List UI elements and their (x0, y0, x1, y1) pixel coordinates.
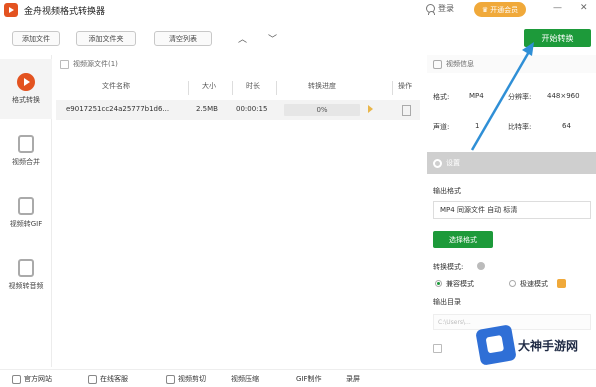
resolution-value: 448×960 (547, 92, 580, 100)
watermark: 大神手游网 (475, 324, 594, 366)
login-label: 登录 (438, 4, 454, 13)
column-header-duration: 时长 (246, 82, 260, 90)
delete-icon[interactable] (402, 105, 411, 116)
audio-icon (18, 259, 34, 277)
file-list: 视频源文件(1) 文件名称 大小 时长 转换进度 操作 e9017251cc24… (56, 55, 420, 367)
mode-compat-radio[interactable] (435, 280, 442, 287)
output-format-field[interactable]: MP4 同源文件 自动 标清 (433, 201, 591, 219)
toolbar: 添加文件 添加文件夹 清空列表 ︿ ﹀ 开始转换 (0, 27, 596, 53)
bottom-item-label: 在线客服 (100, 375, 128, 383)
bitrate-value: 64 (562, 122, 571, 130)
output-format-label: 输出格式 (433, 187, 461, 195)
sidebar-item-label: 视频合并 (12, 158, 40, 166)
gif-icon (18, 197, 34, 215)
column-divider (276, 81, 277, 95)
settings-title-label: 设置 (446, 159, 460, 167)
video-info-panel: 视频信息 格式: MP4 分辨率: 448×960 声道: 1 比特率: 64 (427, 55, 596, 145)
bitrate-label: 比特率: (508, 123, 532, 131)
file-size: 2.5MB (196, 105, 218, 113)
column-header-action: 操作 (398, 82, 412, 90)
progress-text: 0% (316, 106, 328, 114)
scissors-icon (166, 374, 175, 384)
clear-list-button[interactable]: 清空列表 (154, 31, 212, 46)
login-link[interactable]: 登录 (426, 3, 454, 15)
sidebar-item-video-to-gif[interactable]: 视频转GIF (0, 183, 52, 243)
play-circle-icon (17, 73, 35, 91)
close-button[interactable]: ✕ (580, 3, 588, 13)
format-label: 格式: (433, 93, 450, 101)
vip-label: 开通会员 (490, 5, 519, 14)
minimize-button[interactable]: — (553, 3, 562, 13)
file-duration: 00:00:15 (236, 105, 268, 113)
option-checkbox[interactable] (433, 344, 442, 353)
app-title: 金舟视频格式转换器 (24, 6, 106, 17)
mode-compat-label: 兼容模式 (446, 280, 474, 288)
select-format-button[interactable]: 选择格式 (433, 231, 493, 248)
select-all-checkbox[interactable] (60, 59, 69, 69)
vip-badge-icon (557, 279, 566, 288)
screen-record-link[interactable]: 录屏 (346, 374, 360, 384)
bottom-item-label: 官方网站 (24, 375, 52, 383)
vip-button[interactable]: ♛ 开通会员 (474, 2, 526, 17)
sidebar-item-format-convert[interactable]: 格式转换 (0, 59, 52, 119)
user-icon (426, 4, 435, 15)
bottom-item-label: GIF制作 (296, 375, 322, 383)
mode-fast-radio[interactable] (509, 280, 516, 287)
move-down-button[interactable]: ﹀ (268, 32, 277, 45)
mode-fast-label: 极速模式 (520, 280, 548, 288)
website-link[interactable]: 官方网站 (12, 374, 52, 384)
column-divider (232, 81, 233, 95)
info-icon (433, 59, 442, 69)
bottom-item-label: 视频剪切 (178, 375, 206, 383)
gif-maker-link[interactable]: GIF制作 (296, 374, 322, 384)
list-header: 视频源文件(1) (56, 55, 420, 73)
gear-icon (433, 158, 442, 168)
output-dir-label: 输出目录 (433, 298, 461, 306)
watermark-text: 大神手游网 (518, 338, 579, 353)
crown-icon: ♛ (481, 5, 489, 14)
app-logo-icon (4, 3, 18, 17)
resolution-label: 分辨率: (508, 93, 532, 101)
video-compress-link[interactable]: 视频压缩 (231, 374, 259, 384)
progress-bar: 0% (284, 104, 360, 116)
column-header-size: 大小 (202, 82, 216, 90)
video-cut-link[interactable]: 视频剪切 (166, 374, 206, 384)
sidebar-item-label: 格式转换 (12, 96, 40, 104)
home-icon (12, 374, 21, 384)
column-header-name: 文件名称 (102, 82, 130, 90)
column-divider (392, 81, 393, 95)
sidebar-item-label: 视频转音频 (8, 282, 44, 290)
support-link[interactable]: 在线客服 (88, 374, 128, 384)
add-folder-button[interactable]: 添加文件夹 (76, 31, 136, 46)
start-convert-button[interactable]: 开始转换 (524, 29, 591, 47)
bottom-item-label: 视频压缩 (231, 375, 259, 383)
move-up-button[interactable]: ︿ (238, 32, 247, 45)
column-divider (188, 81, 189, 95)
sidebar: 格式转换 视频合并 视频转GIF 视频转音频 (0, 55, 52, 367)
info-title: 视频信息 (446, 60, 474, 68)
chat-icon (88, 374, 97, 384)
add-file-button[interactable]: 添加文件 (12, 31, 60, 46)
table-row[interactable]: e9017251cc24a25777b1d6... 2.5MB 00:00:15… (56, 100, 420, 120)
bottom-bar: 官方网站 在线客服 视频剪切 视频压缩 GIF制作 录屏 (0, 369, 596, 387)
mode-label: 转换模式: (433, 263, 464, 271)
help-icon[interactable] (477, 262, 485, 270)
sidebar-item-video-to-audio[interactable]: 视频转音频 (0, 245, 52, 305)
merge-icon (18, 135, 34, 153)
watermark-logo-icon (475, 324, 517, 366)
settings-title: 设置 (427, 152, 596, 174)
column-header-progress: 转换进度 (308, 82, 336, 90)
table-header: 文件名称 大小 时长 转换进度 操作 (56, 79, 420, 95)
play-icon[interactable] (368, 105, 373, 113)
panel-title: 视频信息 (427, 55, 596, 73)
sidebar-item-video-merge[interactable]: 视频合并 (0, 121, 52, 181)
file-name: e9017251cc24a25777b1d6... (66, 105, 170, 113)
channels-label: 声道: (433, 123, 450, 131)
sidebar-item-label: 视频转GIF (9, 220, 43, 228)
format-value: MP4 (469, 92, 484, 100)
select-all-label: 视频源文件(1) (73, 60, 118, 68)
channels-value: 1 (475, 122, 480, 130)
bottom-item-label: 录屏 (346, 375, 360, 383)
